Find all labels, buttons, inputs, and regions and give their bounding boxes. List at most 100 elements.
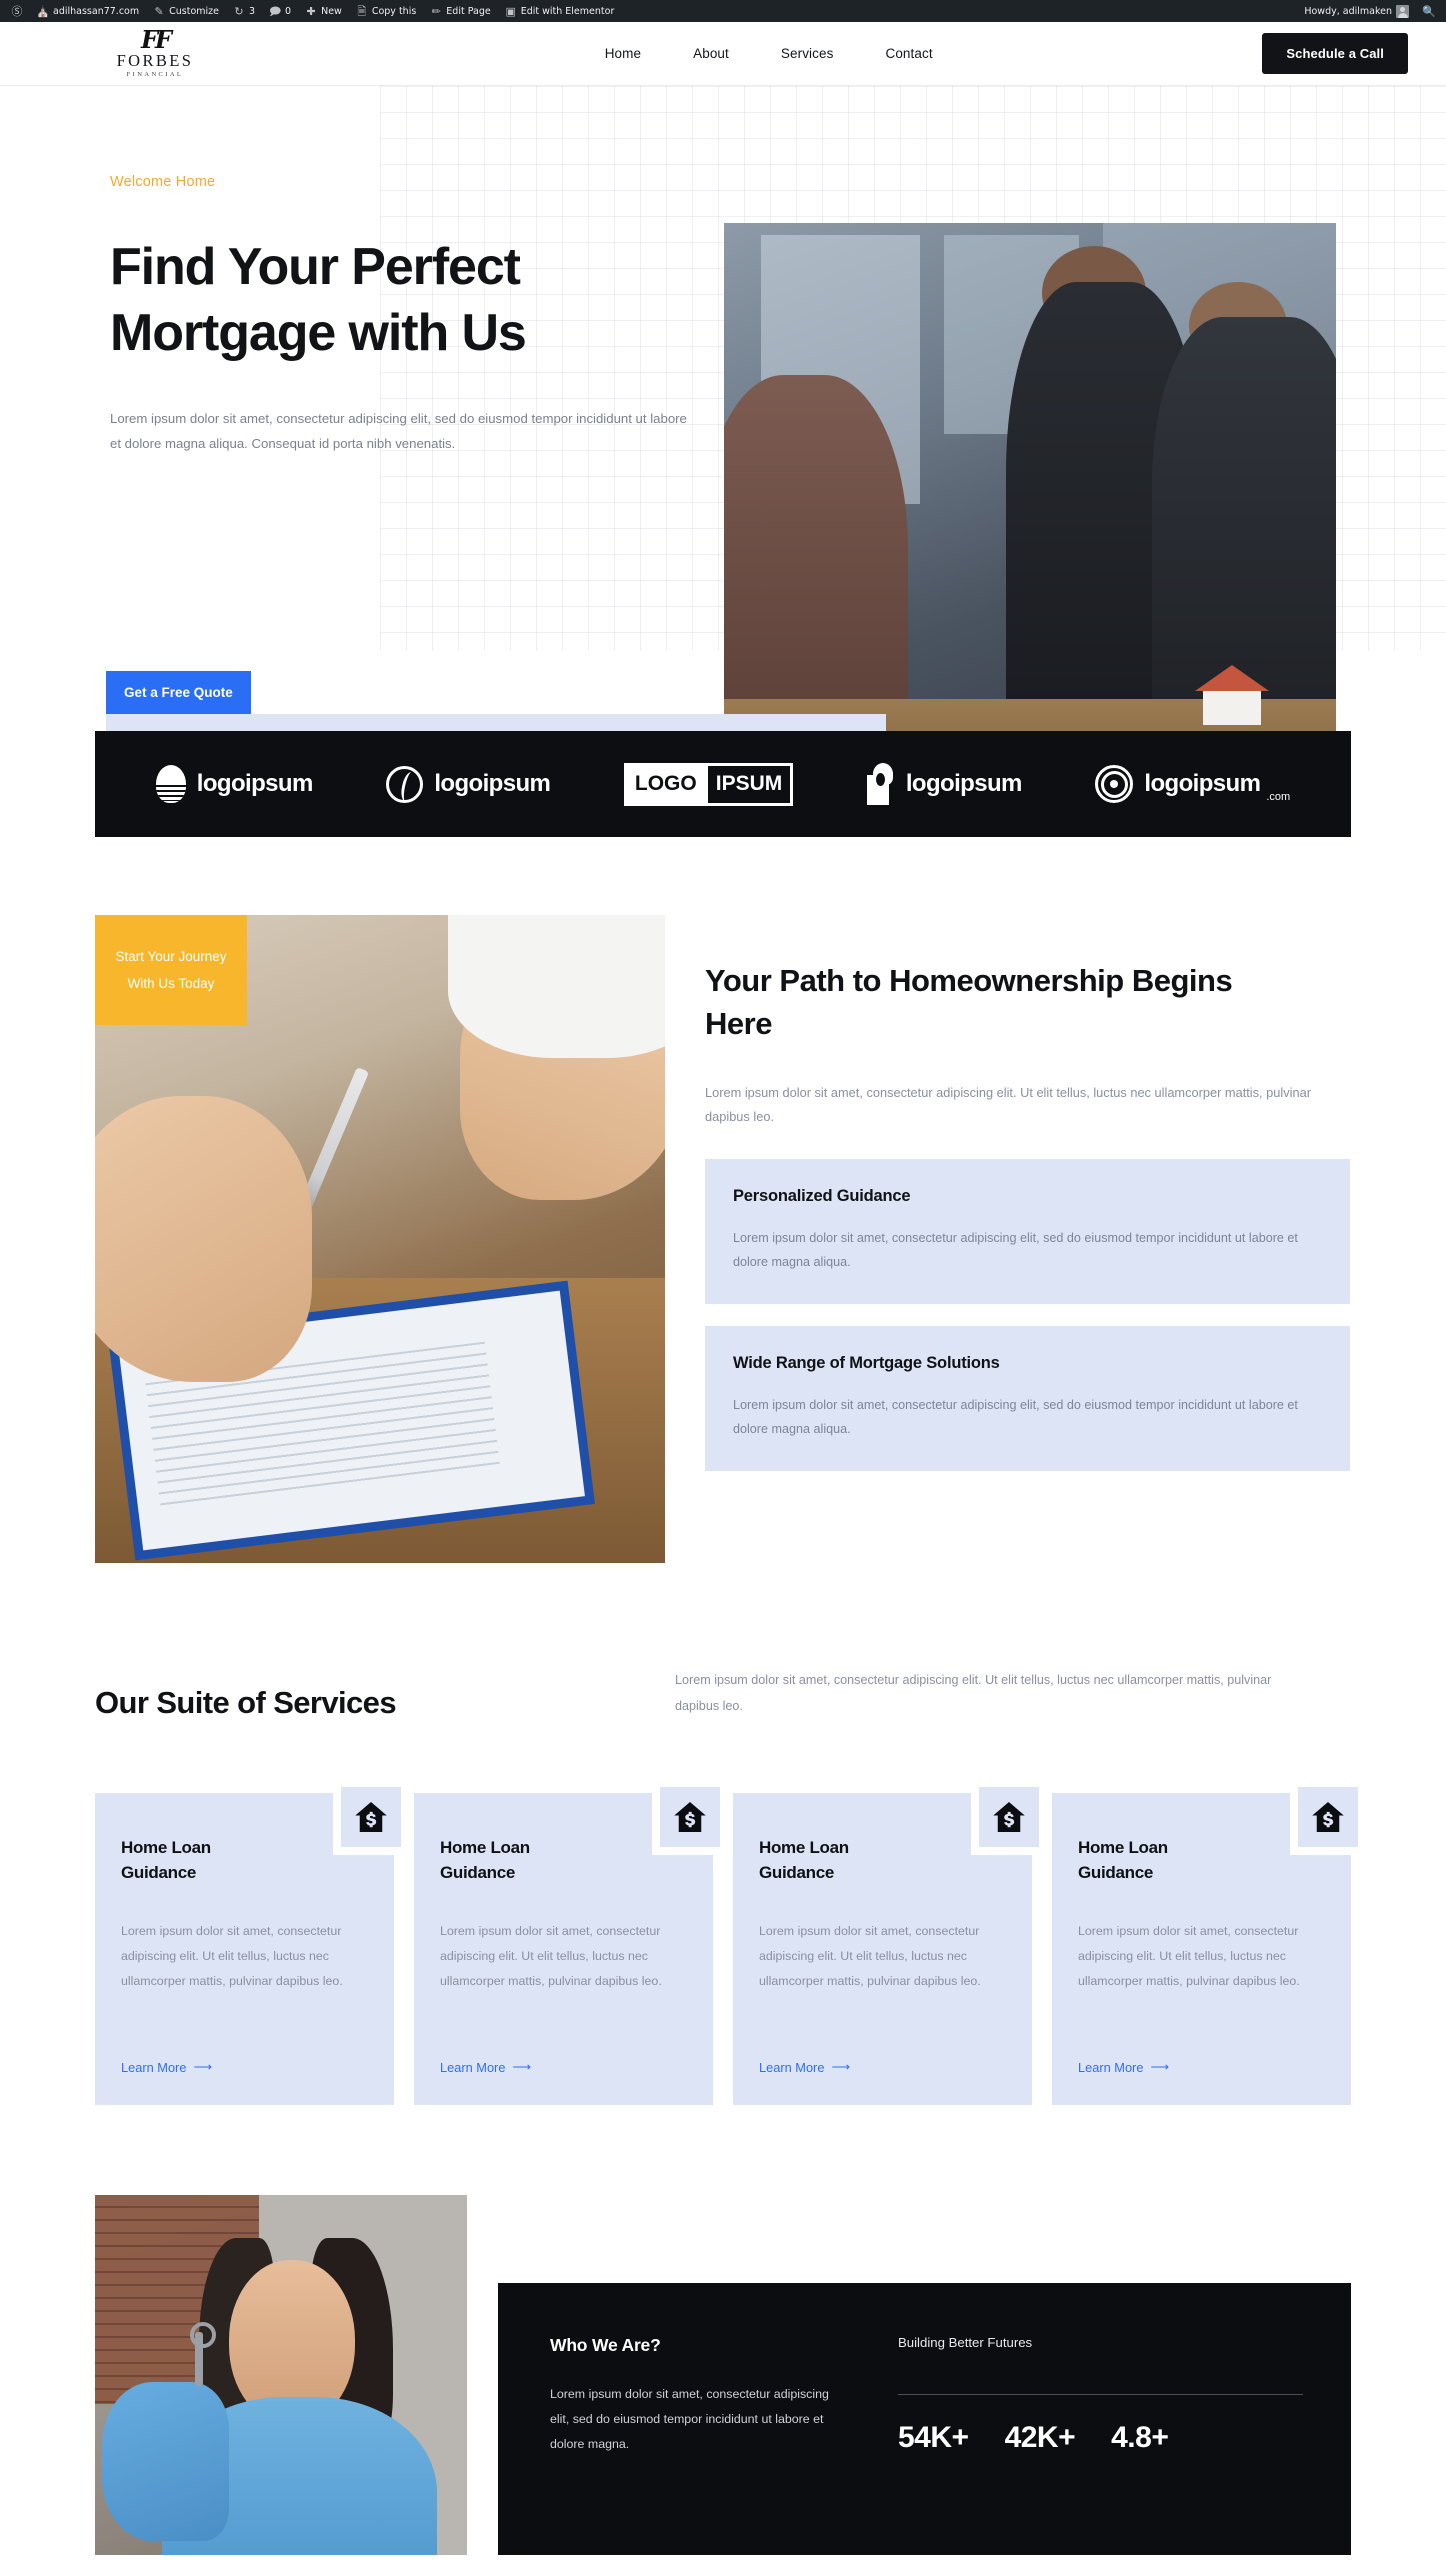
hero-content: Welcome Home Find Your Perfect Mortgage … bbox=[0, 86, 700, 456]
hero-image-couple-signing bbox=[724, 223, 1336, 731]
admin-bar-new-label: New bbox=[321, 5, 342, 17]
service-card-4-text: Lorem ipsum dolor sit amet, consectetur … bbox=[1078, 1924, 1300, 1988]
client-logo-3-label-a: LOGO bbox=[626, 765, 705, 803]
service-card[interactable]: Home Loan Guidance Lorem ipsum dolor sit… bbox=[733, 1779, 1047, 2105]
services-grid: Home Loan Guidance Lorem ipsum dolor sit… bbox=[95, 1779, 1366, 2105]
admin-bar-search[interactable]: 🔍 bbox=[1416, 0, 1442, 22]
service-card-1-learn-more[interactable]: Learn More ⟶ bbox=[121, 2059, 212, 2075]
logo-monogram: FF bbox=[140, 24, 172, 54]
nav-item-about[interactable]: About bbox=[693, 46, 729, 61]
admin-bar-updates[interactable]: ↻ 3 bbox=[226, 0, 262, 22]
path-feature-2-title: Wide Range of Mortgage Solutions bbox=[733, 1354, 1000, 1372]
path-title: Your Path to Homeownership Begins Here bbox=[705, 963, 1233, 1041]
edit-icon: ✏ bbox=[431, 4, 441, 18]
hero-title: Find Your Perfect Mortgage with Us bbox=[110, 234, 670, 366]
who-image-arm bbox=[102, 2382, 229, 2541]
who-we-are-image-woman-with-keys bbox=[95, 2195, 467, 2555]
stat-item: 54K+ bbox=[898, 2421, 969, 2455]
admin-bar-site-label: adilhassan77.com bbox=[53, 5, 140, 17]
admin-bar-copy-this[interactable]: 🗎 Copy this bbox=[349, 0, 423, 22]
client-logo-3-label-b: IPSUM bbox=[704, 765, 791, 803]
service-card-1-link-label: Learn More bbox=[121, 2059, 187, 2075]
services-lead: Lorem ipsum dolor sit amet, consectetur … bbox=[675, 1673, 1272, 1713]
logo-tagline: FINANCIAL bbox=[126, 70, 184, 78]
service-card-2-learn-more[interactable]: Learn More ⟶ bbox=[440, 2059, 531, 2075]
admin-bar-site-name[interactable]: ⛪ adilhassan77.com bbox=[30, 0, 146, 22]
service-card[interactable]: Home Loan Guidance Lorem ipsum dolor sit… bbox=[95, 1779, 409, 2105]
service-card-4-learn-more[interactable]: Learn More ⟶ bbox=[1078, 2059, 1169, 2075]
admin-bar-copy-label: Copy this bbox=[371, 5, 417, 17]
path-to-homeownership-section: Start Your Journey With Us Today Your Pa… bbox=[0, 837, 1446, 1563]
who-we-are-section: Who We Are? Lorem ipsum dolor sit amet, … bbox=[0, 2195, 1446, 2555]
hero-image-person-left bbox=[724, 375, 908, 731]
admin-bar-comments[interactable]: 🗩 0 bbox=[262, 0, 298, 22]
path-feature-card-2: Wide Range of Mortgage Solutions Lorem i… bbox=[705, 1326, 1350, 1471]
admin-bar-customize[interactable]: ✎ Customize bbox=[146, 0, 226, 22]
service-card[interactable]: Home Loan Guidance Lorem ipsum dolor sit… bbox=[414, 1779, 728, 2105]
copy-icon: 🗎 bbox=[357, 4, 367, 18]
start-your-journey-badge: Start Your Journey With Us Today bbox=[95, 915, 247, 1025]
stat-2-value: 42K+ bbox=[1004, 2421, 1076, 2454]
admin-bar-elementor-label: Edit with Elementor bbox=[520, 5, 615, 17]
arrow-right-icon: ⟶ bbox=[193, 2059, 212, 2074]
path-image-sleeve bbox=[448, 915, 665, 1058]
service-card-3-text: Lorem ipsum dolor sit amet, consectetur … bbox=[759, 1924, 981, 1988]
admin-bar-edit-label: Edit Page bbox=[446, 5, 491, 17]
logo-wordmark: FORBES bbox=[116, 50, 194, 70]
hero-image-house-body bbox=[1202, 690, 1261, 725]
egg-wave-logo-icon bbox=[155, 765, 186, 803]
path-feature-card-1: Personalized Guidance Lorem ipsum dolor … bbox=[705, 1159, 1350, 1304]
hero-title-line-1: Find Your Perfect bbox=[110, 238, 521, 296]
service-card-3-title: Home Loan Guidance bbox=[759, 1838, 849, 1882]
get-a-free-quote-button[interactable]: Get a Free Quote bbox=[106, 671, 251, 714]
who-we-are-text-column: Who We Are? Lorem ipsum dolor sit amet, … bbox=[550, 2335, 850, 2555]
service-card-4-title: Home Loan Guidance bbox=[1078, 1838, 1168, 1882]
client-logo-1: logoipsum bbox=[155, 765, 313, 803]
who-image-key bbox=[190, 2321, 217, 2386]
arrow-right-icon: ⟶ bbox=[831, 2059, 850, 2074]
who-we-are-stats-column: Building Better Futures 54K+ 42K+ 4.8+ bbox=[898, 2335, 1303, 2555]
service-card-2-link-label: Learn More bbox=[440, 2059, 506, 2075]
bean-circle-logo-icon bbox=[386, 765, 424, 803]
path-media-column: Start Your Journey With Us Today bbox=[95, 915, 665, 1563]
hero-image-house-roof bbox=[1194, 664, 1269, 691]
hero-lead-form: Apply Now bbox=[106, 714, 886, 731]
plus-icon: ✚ bbox=[306, 4, 316, 18]
client-logo-strip: logoipsum logoipsum LOGO IPSUM logoipsum… bbox=[95, 731, 1351, 837]
path-feature-2-text: Lorem ipsum dolor sit amet, consectetur … bbox=[733, 1398, 1298, 1436]
path-paragraph: Lorem ipsum dolor sit amet, consectetur … bbox=[705, 1085, 1311, 1124]
service-card-2-text: Lorem ipsum dolor sit amet, consectetur … bbox=[440, 1924, 662, 1988]
services-section: Our Suite of Services Lorem ipsum dolor … bbox=[0, 1563, 1446, 2105]
service-card-3-learn-more[interactable]: Learn More ⟶ bbox=[759, 2059, 850, 2075]
schedule-a-call-button[interactable]: Schedule a Call bbox=[1262, 33, 1408, 74]
service-card[interactable]: Home Loan Guidance Lorem ipsum dolor sit… bbox=[1052, 1779, 1366, 2105]
hero-eyebrow: Welcome Home bbox=[110, 174, 216, 190]
path-image-hand-left bbox=[95, 1096, 312, 1382]
site-logo[interactable]: FF FORBES FINANCIAL bbox=[95, 24, 215, 79]
admin-bar-wordpress-logo[interactable]: Ⓢ bbox=[4, 0, 30, 22]
building-better-futures-label: Building Better Futures bbox=[898, 2335, 1033, 2350]
house-dollar-icon bbox=[1290, 1779, 1366, 1855]
hero-title-line-2: Mortgage with Us bbox=[110, 304, 527, 362]
admin-bar-my-account[interactable]: Howdy, adilmaken bbox=[1297, 0, 1416, 22]
logo-strip-wrapper: logoipsum logoipsum LOGO IPSUM logoipsum… bbox=[0, 731, 1446, 837]
admin-bar-edit-elementor[interactable]: ▣ Edit with Elementor bbox=[498, 0, 622, 22]
stat-3-value: 4.8+ bbox=[1111, 2421, 1169, 2454]
who-we-are-title: Who We Are? bbox=[550, 2335, 661, 2355]
admin-bar-new[interactable]: ✚ New bbox=[298, 0, 349, 22]
elementor-icon: ▣ bbox=[505, 4, 516, 18]
service-card-1-title: Home Loan Guidance bbox=[121, 1838, 211, 1882]
target-spiral-logo-icon bbox=[1095, 765, 1134, 803]
admin-bar-edit-page[interactable]: ✏ Edit Page bbox=[423, 0, 497, 22]
nav-item-home[interactable]: Home bbox=[605, 46, 641, 61]
main-navigation: Home About Services Contact bbox=[545, 46, 933, 61]
services-header: Our Suite of Services Lorem ipsum dolor … bbox=[95, 1667, 1351, 1721]
client-logo-5: logoipsum .com bbox=[1095, 765, 1290, 803]
nav-item-services[interactable]: Services bbox=[781, 46, 834, 61]
hero-paragraph: Lorem ipsum dolor sit amet, consectetur … bbox=[110, 411, 687, 451]
services-title: Our Suite of Services bbox=[95, 1685, 397, 1720]
nav-item-contact[interactable]: Contact bbox=[885, 46, 932, 61]
stat-item: 4.8+ bbox=[1111, 2421, 1169, 2455]
arrow-right-icon: ⟶ bbox=[1150, 2059, 1169, 2074]
hero-image-house-model bbox=[1194, 664, 1269, 727]
